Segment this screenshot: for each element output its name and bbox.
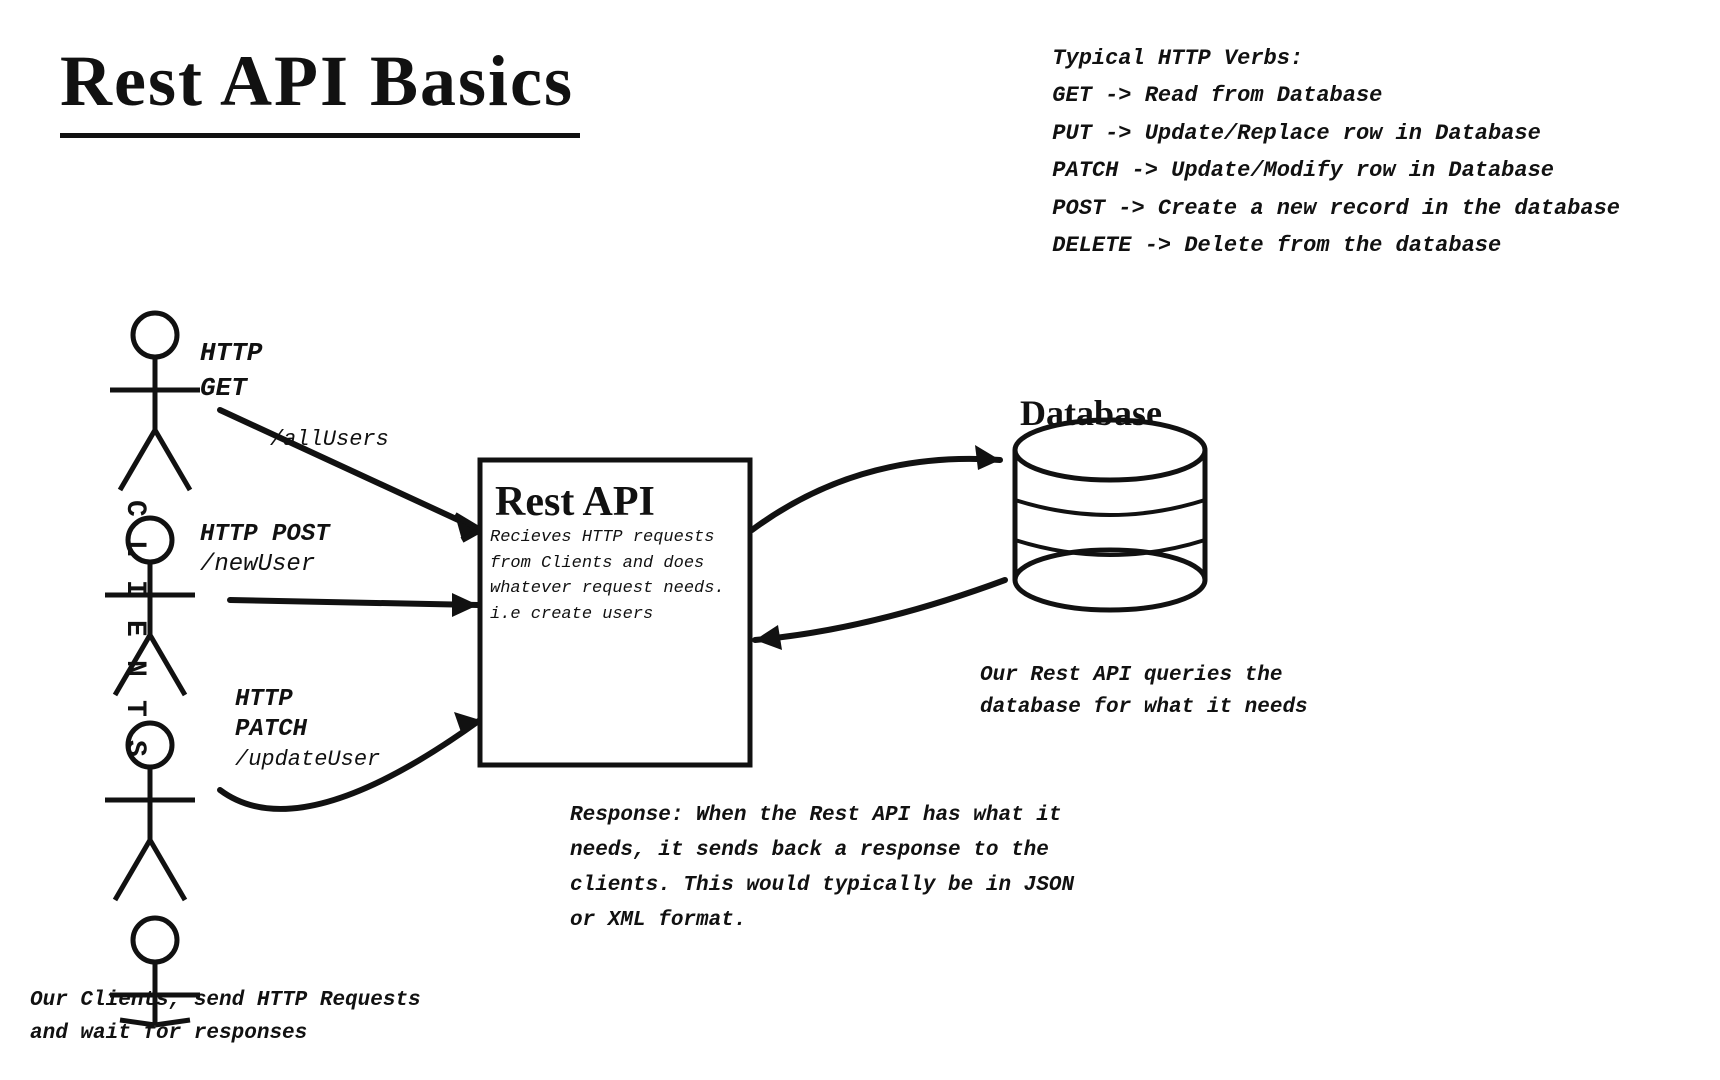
- person1-head: [133, 313, 177, 357]
- person4-head: [133, 918, 177, 962]
- response-text-1: Response: When the Rest API has what it: [570, 804, 1061, 827]
- clients-bottom-1: Our Clients, send HTTP Requests: [30, 989, 421, 1012]
- person3-leg-left: [115, 840, 150, 900]
- http-verb-get: GET -> Read from Database: [1052, 77, 1620, 114]
- title-underline: [60, 133, 580, 138]
- main-title: Rest API Basics: [60, 40, 574, 123]
- person1-leg-right: [155, 430, 190, 490]
- label-updateuser: /updateUser: [235, 747, 380, 772]
- rest-api-desc: Recieves HTTP requests from Clients and …: [490, 525, 745, 627]
- arrow-post-head: [452, 593, 478, 617]
- page: Rest API Basics Typical HTTP Verbs: GET …: [0, 0, 1720, 1080]
- clients-vertical-e: E: [119, 620, 150, 637]
- clients-vertical-c: C: [119, 500, 150, 517]
- person3-leg-right: [150, 840, 185, 900]
- label-patch: PATCH: [235, 716, 308, 743]
- queries-text-1: Our Rest API queries the: [980, 664, 1282, 687]
- response-text-2: needs, it sends back a response to the: [570, 839, 1049, 862]
- http-verb-put: PUT -> Update/Replace row in Database: [1052, 115, 1620, 152]
- response-text-4: or XML format.: [570, 909, 746, 932]
- queries-text-2: database for what it needs: [980, 696, 1308, 719]
- person1-leg-left: [120, 430, 155, 490]
- arrow-post-line: [230, 600, 478, 605]
- rest-api-title: Rest API: [495, 479, 655, 525]
- label-newuser: /newUser: [200, 551, 315, 578]
- person2-leg-right: [150, 635, 185, 695]
- label-get: GET: [200, 373, 248, 403]
- label-http2: HTTP: [235, 686, 293, 713]
- clients-bottom-2: and wait for responses: [30, 1022, 307, 1045]
- diagram-svg: C L I E N T S HTTP: [0, 150, 1720, 1050]
- arrow-from-db-head: [755, 625, 782, 650]
- label-http-post: HTTP POST: [200, 521, 331, 548]
- database-label: Database: [1020, 393, 1162, 433]
- response-text-3: clients. This would typically be in JSON: [570, 874, 1074, 897]
- db-bottom-ellipse: [1015, 550, 1205, 610]
- http-verbs-heading: Typical HTTP Verbs:: [1052, 40, 1620, 77]
- clients-vertical-t: T: [119, 700, 150, 717]
- clients-vertical-s: S: [119, 740, 150, 757]
- db-shelf1: [1015, 500, 1205, 515]
- arrow-from-db: [755, 580, 1005, 640]
- label-http: HTTP: [200, 338, 263, 368]
- arrow-to-db-up: [752, 459, 1000, 530]
